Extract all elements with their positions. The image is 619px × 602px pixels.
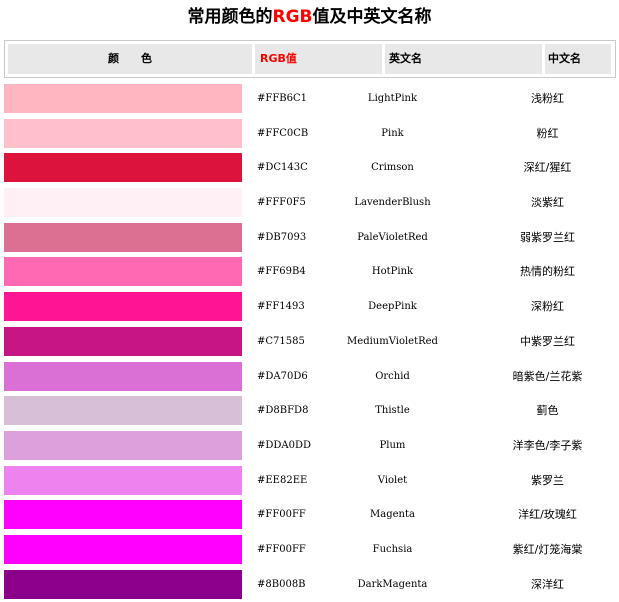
color-swatch bbox=[4, 500, 242, 530]
page-title: 常用颜色的RGB值及中英文名称 bbox=[0, 6, 619, 28]
title-suffix: 值及中英文名称 bbox=[312, 7, 432, 27]
rgb-value: #FF00FF bbox=[257, 509, 306, 521]
chinese-name: 浅粉红 bbox=[531, 92, 564, 105]
rgb-value: #FF69B4 bbox=[257, 266, 306, 278]
chinese-name: 洋红/玫瑰红 bbox=[518, 508, 577, 522]
table-row: #FF69B4 HotPink 热情的粉红 bbox=[0, 255, 619, 290]
chinese-name: 紫红/灯笼海棠 bbox=[512, 542, 583, 556]
chinese-name: 深红/猩红 bbox=[523, 161, 572, 175]
color-swatch bbox=[4, 326, 242, 356]
table-row: #DDA0DD Plum 洋李色/李子紫 bbox=[0, 429, 619, 464]
english-name: Fuchsia bbox=[372, 543, 413, 555]
chinese-name: 深洋红 bbox=[531, 577, 564, 591]
table-row: #8B008B DarkMagenta 深洋红 bbox=[0, 568, 619, 602]
color-swatch bbox=[4, 118, 242, 148]
english-name: Crimson bbox=[371, 162, 414, 174]
english-name: Violet bbox=[377, 474, 408, 486]
english-name: LightPink bbox=[367, 93, 418, 104]
table-row: #FFF0F5 LavenderBlush 淡紫红 bbox=[0, 186, 619, 221]
rgb-value: #DB7093 bbox=[257, 231, 307, 243]
chinese-name: 粉红 bbox=[536, 126, 559, 140]
rgb-value: #FF1493 bbox=[257, 301, 305, 313]
chinese-name: 弱紫罗兰红 bbox=[520, 230, 575, 244]
english-name: Thistle bbox=[375, 405, 410, 417]
color-swatch bbox=[4, 153, 242, 183]
color-swatch bbox=[4, 396, 242, 426]
header-english: 英文名 bbox=[385, 44, 542, 74]
english-name: PaleVioletRed bbox=[357, 231, 428, 243]
english-name: HotPink bbox=[371, 266, 414, 278]
rgb-value: #D8BFD8 bbox=[257, 405, 309, 417]
table-row: #FF00FF Magenta 洋红/玫瑰红 bbox=[0, 498, 619, 533]
rgb-value: #EE82EE bbox=[257, 474, 308, 486]
color-swatch bbox=[4, 569, 242, 599]
table-row: #FF00FF Fuchsia 紫红/灯笼海棠 bbox=[0, 533, 619, 568]
header-chinese: 中文名 bbox=[545, 44, 611, 74]
table-row: #DC143C Crimson 深红/猩红 bbox=[0, 151, 619, 186]
english-name: Magenta bbox=[370, 509, 415, 521]
table-row: #DA70D6 Orchid 暗紫色/兰花紫 bbox=[0, 360, 619, 395]
table-row: #EE82EE Violet 紫罗兰 bbox=[0, 464, 619, 499]
chinese-name: 中紫罗兰红 bbox=[520, 334, 575, 348]
rgb-value: #DDA0DD bbox=[257, 439, 312, 451]
color-swatch bbox=[4, 222, 242, 252]
color-table: #FFB6C1 LightPink 浅粉红 #FFC0CB Pink 粉红 #DC143C C… bbox=[0, 82, 619, 602]
english-name: Pink bbox=[381, 127, 404, 139]
table-row: #D8BFD8 Thistle 蓟色 bbox=[0, 394, 619, 429]
table-row: #DB7093 PaleVioletRed 弱紫罗兰红 bbox=[0, 221, 619, 256]
english-name: DarkMagenta bbox=[357, 578, 428, 590]
rgb-value: #C71585 bbox=[257, 335, 305, 347]
rgb-value: #8B008B bbox=[257, 578, 306, 590]
rgb-value: #FFB6C1 bbox=[257, 93, 307, 104]
rgb-value: #FF00FF bbox=[257, 543, 306, 555]
english-name: LavenderBlush bbox=[354, 197, 431, 209]
rgb-value: #FFF0F5 bbox=[257, 197, 306, 209]
color-swatch bbox=[4, 257, 242, 287]
chinese-name: 洋李色/李子紫 bbox=[512, 438, 583, 452]
english-name: Plum bbox=[379, 439, 406, 451]
rgb-value: #FFC0CB bbox=[257, 127, 309, 139]
title-rgb: RGB bbox=[272, 7, 313, 27]
chinese-name: 淡紫红 bbox=[531, 196, 564, 210]
chinese-name: 暗紫色/兰花紫 bbox=[512, 369, 583, 383]
table-row: #C71585 MediumVioletRed 中紫罗兰红 bbox=[0, 325, 619, 360]
table-row: #FFC0CB Pink 粉红 bbox=[0, 117, 619, 152]
title-prefix: 常用颜色的 bbox=[187, 7, 273, 27]
chinese-name: 深粉红 bbox=[531, 300, 564, 314]
color-swatch bbox=[4, 84, 242, 113]
chinese-name: 热情的粉红 bbox=[520, 265, 575, 279]
header-color: 颜 色 bbox=[8, 44, 252, 74]
header-rgb: RGB值 bbox=[255, 44, 382, 74]
color-swatch bbox=[4, 292, 242, 322]
table-row: #FF1493 DeepPink 深粉红 bbox=[0, 290, 619, 325]
color-swatch bbox=[4, 430, 242, 460]
color-swatch bbox=[4, 534, 242, 564]
table-row: #FFB6C1 LightPink 浅粉红 bbox=[0, 82, 619, 117]
rgb-value: #DC143C bbox=[257, 162, 308, 174]
table-header: 颜 色 RGB值 英文名 中文名 bbox=[4, 40, 616, 78]
chinese-name: 蓟色 bbox=[536, 404, 559, 418]
rgb-value: #DA70D6 bbox=[257, 370, 308, 382]
english-name: Orchid bbox=[375, 370, 410, 382]
english-name: MediumVioletRed bbox=[347, 335, 438, 347]
color-swatch bbox=[4, 465, 242, 495]
english-name: DeepPink bbox=[368, 301, 417, 313]
color-swatch bbox=[4, 188, 242, 218]
color-swatch bbox=[4, 361, 242, 391]
chinese-name: 紫罗兰 bbox=[531, 473, 564, 487]
